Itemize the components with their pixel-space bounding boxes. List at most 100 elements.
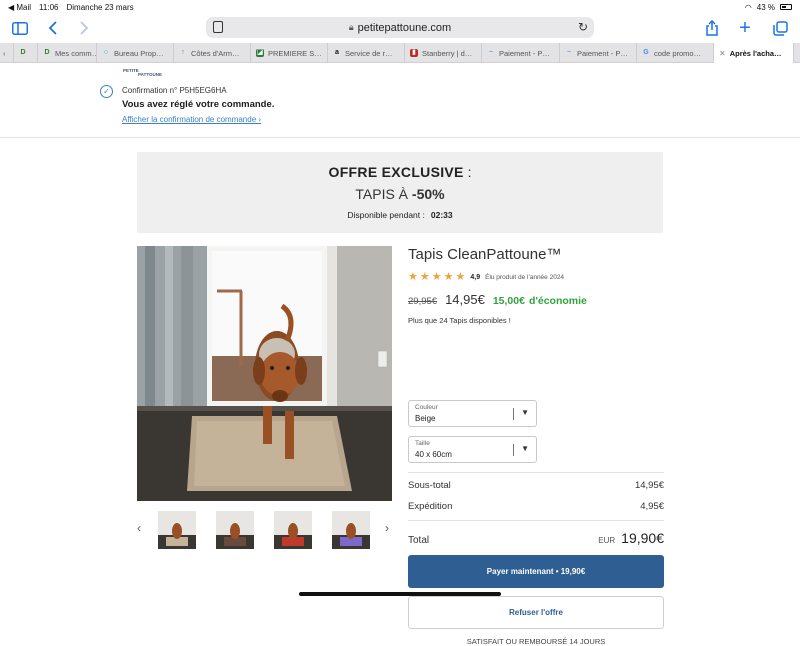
- new-tab-icon[interactable]: +: [735, 17, 755, 39]
- address-bar[interactable]: 🔒︎ petitepattoune.com ↻: [206, 17, 594, 38]
- product-title: Tapis CleanPattoune™: [408, 246, 562, 263]
- tab-favicon-icon: ~: [566, 49, 572, 56]
- divider: [408, 472, 664, 473]
- tab-strip: ‹ D D Mes comm… ○ Bureau Prop… ↑ Côtes d…: [0, 43, 800, 63]
- reload-icon[interactable]: ↻: [578, 20, 588, 34]
- sidebar-icon[interactable]: [10, 18, 30, 38]
- total-row: Total EUR 19,90€: [408, 530, 664, 548]
- battery-icon: [780, 4, 792, 10]
- stock-notice: Plus que 24 Tapis disponibles !: [408, 316, 511, 325]
- divider: [408, 520, 664, 521]
- shipping-label: Expédition: [408, 501, 453, 512]
- offer-timer: Disponible pendant : 02:33: [137, 210, 663, 220]
- timer-value: 02:33: [430, 210, 453, 220]
- tab-favicon-icon: ○: [103, 49, 109, 56]
- offer-discount-value: -50%: [411, 186, 445, 202]
- status-time: 11:06: [39, 2, 59, 12]
- tab-favicon-icon: ◪: [256, 49, 264, 57]
- tab-scroll-left[interactable]: ‹: [0, 43, 14, 63]
- thumbnail[interactable]: [332, 511, 370, 549]
- new-price: 14,95€: [445, 292, 485, 307]
- chevron-right-icon[interactable]: ›: [385, 521, 389, 535]
- total-currency: EUR: [598, 536, 616, 545]
- saving-label: d'économie: [528, 295, 587, 307]
- offer-title: OFFRE EXCLUSIVE :: [137, 164, 663, 180]
- rating-text: Élu produit de l'année 2024: [485, 274, 565, 281]
- tab-item[interactable]: a Service de r…: [328, 43, 405, 63]
- size-select[interactable]: Taille 40 x 60cm ▼: [408, 436, 537, 463]
- tab-item[interactable]: ◪ PREMIERE S…: [251, 43, 328, 63]
- tab-favicon-icon: D: [44, 49, 50, 56]
- tab-favicon-icon: ~: [488, 49, 494, 56]
- tab-label: Côtes d'Arm…: [191, 48, 240, 58]
- saving: 15,00€ d'économie: [493, 295, 587, 307]
- subtotal-row: Sous-total 14,95€: [408, 480, 664, 491]
- tabs-overview-icon[interactable]: [770, 18, 790, 38]
- tab-item[interactable]: ↑ Côtes d'Arm…: [174, 43, 251, 63]
- color-select[interactable]: Couleur Beige ▼: [408, 400, 537, 427]
- store-logo: PETITE PATTOUNE: [123, 67, 167, 77]
- color-select-label: Couleur: [415, 404, 438, 411]
- tab-favicon-icon: a: [335, 49, 339, 56]
- tab-favicon-icon: G: [643, 49, 649, 56]
- tab-favicon-icon: D: [20, 49, 26, 56]
- exclusive-offer-banner: OFFRE EXCLUSIVE : TAPIS À -50% Disponibl…: [137, 152, 663, 233]
- lock-icon: 🔒︎: [348, 22, 354, 32]
- saving-amount: 15,00€: [492, 295, 525, 307]
- page-content: PETITE PATTOUNE ✓ Confirmation n° P5H5EG…: [0, 64, 800, 646]
- star-icon: ★: [431, 271, 442, 283]
- home-indicator[interactable]: [299, 592, 501, 596]
- select-separator: [513, 408, 514, 420]
- product-image[interactable]: [137, 246, 392, 501]
- tab-item[interactable]: D: [14, 43, 38, 63]
- status-date: Dimanche 23 mars: [66, 2, 134, 12]
- offer-discount-prefix: TAPIS À: [355, 186, 412, 202]
- browser-toolbar: 🔒︎ petitepattoune.com ↻ +: [0, 14, 800, 42]
- confirmation-number: Confirmation n° P5H5EG6HA: [122, 86, 227, 95]
- tab-label: Paiement - P…: [499, 48, 550, 58]
- chevron-down-icon: ▼: [521, 444, 529, 453]
- close-tab-icon[interactable]: ✕: [719, 49, 726, 58]
- thumbnail[interactable]: [216, 511, 254, 549]
- star-icon: ★: [443, 271, 454, 283]
- pay-now-button[interactable]: Payer maintenant • 19,90€: [408, 555, 664, 588]
- tab-item[interactable]: ○ Bureau Prop…: [97, 43, 174, 63]
- offer-discount: TAPIS À -50%: [137, 186, 663, 202]
- offer-title-rest: :: [463, 164, 472, 180]
- tab-item[interactable]: G code promo…: [637, 43, 714, 63]
- divider: [0, 137, 800, 138]
- back-to-app[interactable]: ◀ Mail: [8, 3, 31, 12]
- tab-item[interactable]: ~ Paiement - P…: [482, 43, 560, 63]
- thumbnail[interactable]: [158, 511, 196, 549]
- view-confirmation-link[interactable]: Afficher la confirmation de commande ›: [122, 115, 261, 124]
- tab-item[interactable]: ▮ Stanberry | d…: [405, 43, 482, 63]
- svg-text:PETITE: PETITE: [123, 68, 139, 73]
- wifi-icon: ◠: [744, 2, 752, 12]
- old-price: 29,95€: [408, 296, 438, 307]
- shipping-value: 4,95€: [640, 501, 664, 512]
- share-icon[interactable]: [702, 18, 722, 38]
- product-rating: ★ ★ ★ ★ ★ 4,9 Élu produit de l'année 202…: [408, 272, 564, 283]
- tab-label: code promo…: [654, 48, 702, 58]
- tab-item-active[interactable]: ✕ Après l'acha…: [714, 43, 794, 63]
- tab-label: Après l'acha…: [729, 48, 782, 58]
- back-icon[interactable]: [43, 18, 63, 38]
- tab-label: Bureau Prop…: [114, 48, 164, 58]
- thumbnail[interactable]: [274, 511, 312, 549]
- price-block: 29,95€ 14,95€ 15,00€ d'économie: [408, 292, 587, 307]
- shipping-row: Expédition 4,95€: [408, 501, 664, 512]
- chevron-down-icon: ▼: [521, 408, 529, 417]
- chevron-left-icon[interactable]: ‹: [137, 521, 141, 535]
- battery-percent: 43 %: [756, 2, 775, 12]
- total-value: 19,90€: [621, 530, 664, 546]
- guarantee-text: SATISFAIT OU REMBOURSÉ 14 JOURS: [466, 637, 606, 646]
- reader-icon[interactable]: [213, 21, 223, 33]
- tab-item[interactable]: D Mes comm…: [38, 43, 97, 63]
- tab-item[interactable]: ~ Paiement - P…: [560, 43, 637, 63]
- star-icon: ★: [408, 271, 418, 283]
- tab-favicon-icon: ↑: [181, 49, 185, 56]
- refuse-offer-button[interactable]: Refuser l'offre: [408, 596, 664, 629]
- select-separator: [513, 444, 514, 456]
- forward-icon[interactable]: [74, 18, 94, 38]
- timer-label: Disponible pendant :: [347, 210, 425, 220]
